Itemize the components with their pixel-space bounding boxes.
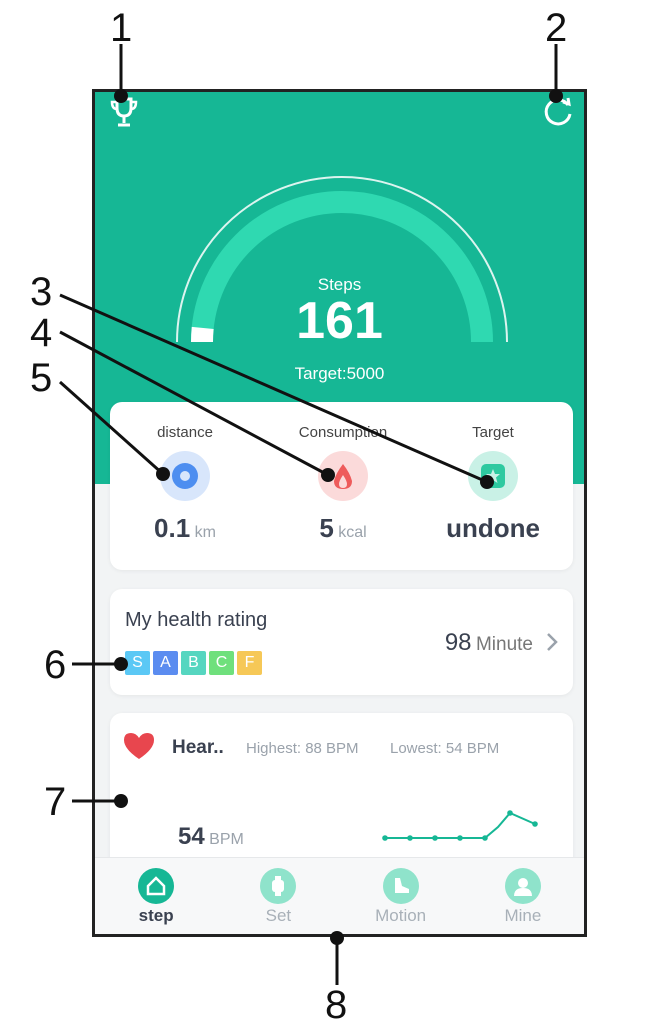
heart-current-unit: BPM: [209, 831, 244, 848]
grade-a: A: [153, 651, 178, 675]
refresh-icon[interactable]: [541, 94, 575, 128]
callout-7: 7: [44, 780, 67, 824]
stat-consumption-unit: kcal: [338, 524, 367, 541]
heart-sparkline: [382, 810, 538, 841]
stat-consumption[interactable]: Consumption 5 kcal: [273, 402, 413, 570]
user-icon: [504, 868, 541, 904]
nav-set-label: Set: [265, 906, 292, 925]
stat-distance-value: 0.1: [154, 513, 191, 543]
grade-list: SABCF: [125, 651, 265, 675]
nav-set[interactable]: Set: [217, 858, 339, 934]
phone-screen: Steps 161 Target:5000 distance 0.1 km Co…: [92, 89, 587, 937]
watch-icon: [260, 868, 297, 904]
trophy-icon[interactable]: [109, 96, 139, 128]
callout-5: 5: [30, 356, 53, 400]
stat-consumption-value: 5: [319, 513, 334, 543]
shoe-icon: [382, 868, 419, 904]
spark-point: [432, 835, 438, 841]
location-pin-icon: [160, 451, 210, 501]
grade-s: S: [125, 651, 150, 675]
steps-value: 161: [296, 292, 383, 350]
callout-2: 2: [545, 6, 568, 50]
spark-point: [457, 835, 463, 841]
health-rating-card[interactable]: My health rating SABCF 98 Minute: [110, 589, 573, 695]
health-minutes-unit: Minute: [475, 634, 533, 655]
spark-point: [507, 810, 513, 816]
spark-point: [407, 835, 413, 841]
nav-motion[interactable]: Motion: [340, 858, 462, 934]
star-badge-icon: [468, 451, 518, 501]
chevron-right-icon[interactable]: [545, 631, 559, 658]
spark-point: [482, 835, 488, 841]
stat-consumption-label: Consumption: [298, 424, 388, 441]
health-minutes-value: 98: [444, 629, 472, 656]
health-rating-title: My health rating: [125, 609, 268, 631]
nav-motion-label: Motion: [375, 906, 427, 925]
steps-target: Target:5000: [294, 364, 385, 383]
callout-1: 1: [110, 6, 133, 50]
callout-6: 6: [44, 643, 67, 687]
grade-b: B: [181, 651, 206, 675]
callout-8: 8: [325, 983, 348, 1027]
stat-distance-unit: km: [194, 524, 216, 541]
heart-icon: [122, 731, 156, 766]
heart-highest: Highest: 88 BPM: [246, 740, 359, 757]
nav-step[interactable]: step: [95, 858, 217, 934]
grade-c: C: [209, 651, 234, 675]
callout-4: 4: [30, 311, 53, 355]
heart-title: Hear..: [172, 737, 224, 758]
stat-target-value: undone: [446, 513, 540, 543]
callout-3: 3: [30, 270, 53, 314]
spark-point: [382, 835, 388, 841]
stats-card: distance 0.1 km Consumption 5 kcal Targe…: [110, 402, 573, 570]
nav-step-label: step: [138, 906, 174, 925]
stat-target[interactable]: Target undone: [428, 402, 558, 570]
flame-icon: [318, 451, 368, 501]
stat-distance[interactable]: distance 0.1 km: [120, 402, 250, 570]
spark-point: [532, 821, 538, 827]
heart-current-value: 54: [178, 823, 205, 850]
grade-f: F: [237, 651, 262, 675]
heart-lowest: Lowest: 54 BPM: [390, 740, 500, 757]
stat-target-label: Target: [472, 424, 514, 441]
bottom-nav: step Set Motion Mine: [95, 857, 584, 934]
stat-distance-label: distance: [157, 424, 213, 441]
nav-mine[interactable]: Mine: [462, 858, 584, 934]
home-icon: [138, 868, 175, 904]
nav-mine-label: Mine: [504, 906, 542, 925]
